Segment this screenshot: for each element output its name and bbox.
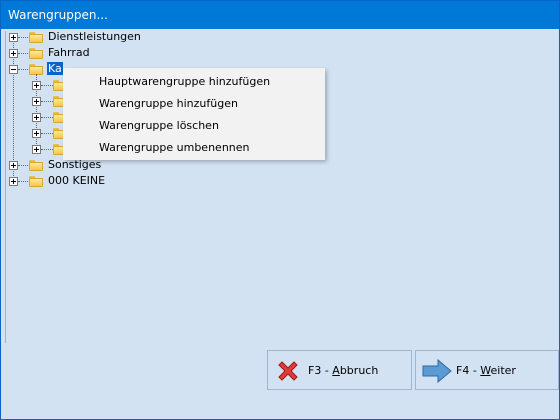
- cancel-label-hotkey: A: [332, 364, 340, 377]
- menu-item-label: Warengruppe löschen: [99, 119, 219, 132]
- window-title: Warengruppen...: [8, 8, 108, 22]
- cancel-label-prefix: F3 -: [308, 364, 333, 377]
- expand-icon[interactable]: [9, 49, 18, 58]
- next-button[interactable]: F4 - Weiter: [415, 350, 559, 390]
- dialog-window: Warengruppen... Dienstleistungen Fahrrad…: [0, 0, 560, 420]
- expand-icon[interactable]: [9, 177, 18, 186]
- tree-item-label: Dienstleistungen: [48, 30, 141, 43]
- title-bar[interactable]: Warengruppen...: [1, 1, 559, 29]
- expand-icon[interactable]: [32, 113, 41, 122]
- folder-icon: [29, 160, 43, 171]
- tree-item-000-keine[interactable]: 000 KEINE: [5, 172, 305, 189]
- tree-item-label-selected: Ka: [47, 62, 63, 75]
- cancel-x-icon: [278, 361, 298, 381]
- menu-item-add-main-group[interactable]: Hauptwarengruppe hinzufügen: [63, 70, 325, 92]
- next-label-hotkey: W: [480, 364, 491, 377]
- menu-item-label: Hauptwarengruppe hinzufügen: [99, 75, 271, 88]
- expand-icon[interactable]: [9, 33, 18, 42]
- tree-item-label: Fahrrad: [48, 46, 90, 59]
- folder-icon: [29, 32, 43, 43]
- menu-item-rename-group[interactable]: Warengruppe umbenennen: [63, 136, 325, 158]
- tree-item-dienstleistungen[interactable]: Dienstleistungen: [5, 28, 305, 45]
- menu-item-delete-group[interactable]: Warengruppe löschen: [63, 114, 325, 136]
- expand-icon[interactable]: [32, 145, 41, 154]
- cancel-button-label: F3 - Abbruch: [308, 364, 378, 377]
- expand-icon[interactable]: [32, 97, 41, 106]
- next-label-prefix: F4 -: [456, 364, 481, 377]
- expand-icon[interactable]: [9, 161, 18, 170]
- folder-icon: [29, 48, 43, 59]
- cancel-label-rest: bbruch: [339, 364, 379, 377]
- expand-icon[interactable]: [32, 81, 41, 90]
- arrow-right-icon: [422, 359, 452, 383]
- next-button-label: F4 - Weiter: [456, 364, 516, 377]
- menu-item-add-group[interactable]: Warengruppe hinzufügen: [63, 92, 325, 114]
- next-label-rest: eiter: [490, 364, 516, 377]
- menu-item-label: Warengruppe umbenennen: [99, 141, 250, 154]
- cancel-button[interactable]: F3 - Abbruch: [267, 350, 412, 390]
- tree-item-label: 000 KEINE: [48, 174, 106, 187]
- folder-icon: [29, 176, 43, 187]
- expand-icon[interactable]: [32, 129, 41, 138]
- collapse-icon[interactable]: [9, 65, 18, 74]
- tree-item-fahrrad[interactable]: Fahrrad: [5, 44, 305, 61]
- context-menu: Hauptwarengruppe hinzufügen Warengruppe …: [63, 68, 325, 160]
- menu-item-label: Warengruppe hinzufügen: [99, 97, 238, 110]
